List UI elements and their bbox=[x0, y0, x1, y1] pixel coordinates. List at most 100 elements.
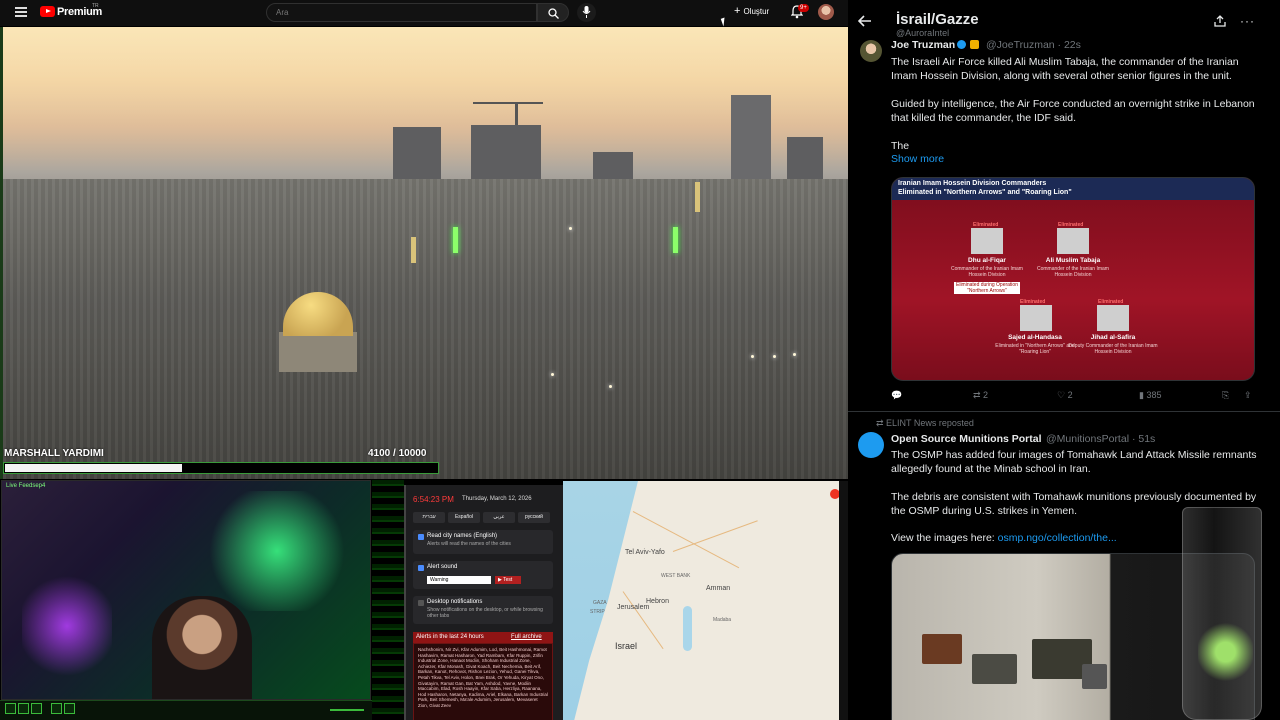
repost-count: 2 bbox=[983, 390, 989, 400]
notifications-badge: 9+ bbox=[798, 4, 809, 12]
desktop-notif-checkbox[interactable] bbox=[418, 600, 424, 606]
donation-goal: / 10000 bbox=[393, 448, 427, 459]
crane bbox=[473, 102, 543, 104]
dead-sea bbox=[683, 606, 692, 651]
alert-sound-select[interactable]: Warning bbox=[427, 576, 491, 584]
role-jihad-al-safira: Deputy Commander of the Iranian Imam Hos… bbox=[1068, 343, 1158, 355]
cam-prev-button[interactable] bbox=[51, 703, 62, 714]
desktop-notif-label: Desktop notifications bbox=[427, 599, 483, 605]
post1-author[interactable]: Joe Truzman bbox=[891, 39, 981, 51]
alert-sound-label: Alert sound bbox=[427, 564, 458, 570]
alert-map[interactable]: Tel Aviv-Yafo WEST BANK Amman Jerusalem … bbox=[563, 481, 839, 720]
map-label-amman: Amman bbox=[706, 585, 731, 592]
repost-icon: ⇄ bbox=[973, 390, 984, 400]
post1-para2: Guided by intelligence, the Air Force co… bbox=[891, 98, 1255, 124]
minaret bbox=[695, 182, 700, 212]
donation-current: 4100 bbox=[368, 448, 391, 459]
plus-icon: + bbox=[734, 5, 741, 17]
like-button[interactable]: ♡ 2 bbox=[1057, 390, 1073, 401]
full-archive-link[interactable]: Full archive bbox=[511, 634, 542, 640]
live-video-jerusalem[interactable] bbox=[3, 27, 848, 479]
role-ali-muslim-tabaja: Commander of the Iranian Imam Hossein Di… bbox=[1037, 266, 1109, 278]
street-light bbox=[551, 373, 554, 376]
alert-clock: 6:54:23 PM bbox=[413, 495, 454, 504]
map-label-west-bank: WEST BANK bbox=[661, 573, 691, 579]
reposted-icon: ⇄ bbox=[876, 418, 887, 428]
lang-hebrew-button[interactable]: עברית bbox=[413, 512, 445, 523]
repost-button[interactable]: ⇄ 2 bbox=[973, 390, 988, 401]
alert-date: Thursday, March 12, 2026 bbox=[462, 496, 532, 502]
verified-badge-icon bbox=[957, 40, 967, 49]
cam-play-button[interactable] bbox=[5, 703, 16, 714]
name-jihad-al-safira: Jihad al-Safira bbox=[1090, 334, 1136, 341]
name-dhu-al-fiqar: Dhu al-Fiqar bbox=[968, 257, 1006, 264]
read-city-option: Read city names (English) Alerts will re… bbox=[413, 530, 553, 554]
hamburger-menu-icon[interactable] bbox=[15, 7, 27, 17]
infographic-title1: Iranian Imam Hossein Division Commanders bbox=[898, 180, 1047, 187]
rubble bbox=[972, 654, 1017, 684]
create-button[interactable]: + Oluştur bbox=[734, 5, 769, 17]
infographic-title2: Eliminated in "Northern Arrows" and "Roa… bbox=[898, 189, 1072, 196]
post2-link[interactable]: osmp.ngo/collection/the... bbox=[998, 532, 1117, 544]
minaret-light bbox=[673, 227, 678, 253]
street-light bbox=[793, 353, 796, 356]
donation-goal-count: 4100 / 10000 bbox=[368, 448, 426, 459]
dome-base bbox=[279, 332, 357, 372]
post2-avatar[interactable] bbox=[858, 432, 884, 458]
post1-avatar[interactable] bbox=[860, 40, 882, 62]
search-icon bbox=[548, 8, 559, 19]
read-city-checkbox[interactable] bbox=[418, 534, 424, 540]
back-arrow-icon[interactable] bbox=[858, 14, 872, 28]
post2-author-name[interactable]: Open Source Munitions Portal bbox=[891, 433, 1042, 445]
lang-russian-button[interactable]: русский bbox=[518, 512, 550, 523]
alerts-24h-header: Alerts in the last 24 hours Full archive bbox=[413, 632, 553, 643]
cam-pause-button[interactable] bbox=[18, 703, 29, 714]
lang-arabic-button[interactable]: عربي bbox=[483, 512, 515, 523]
portrait-dhu-al-fiqar bbox=[971, 228, 1003, 254]
post2-para1: The OSMP has added four images of Tomaha… bbox=[891, 449, 1257, 475]
post1-infographic[interactable]: Iranian Imam Hossein Division Commanders… bbox=[891, 177, 1255, 381]
street-light bbox=[609, 385, 612, 388]
youtube-country-tag: TR bbox=[92, 3, 99, 9]
reposted-by[interactable]: ⇄ ELINT News reposted bbox=[876, 418, 974, 429]
voice-search-button[interactable] bbox=[577, 3, 596, 22]
post1-para1: The Israeli Air Force killed Ali Muslim … bbox=[891, 56, 1239, 82]
share-post-icon[interactable]: ⇪ bbox=[1244, 390, 1252, 401]
street-light bbox=[569, 227, 572, 230]
more-options-icon[interactable]: ··· bbox=[1240, 15, 1255, 27]
like-count: 2 bbox=[1067, 390, 1073, 400]
rubble bbox=[922, 634, 962, 664]
views-count: 385 bbox=[1146, 390, 1162, 400]
cam-up-button[interactable] bbox=[31, 703, 42, 714]
share-icon[interactable] bbox=[1214, 15, 1226, 27]
name-sajed-al-handasa: Sajed al-Handasa bbox=[1008, 334, 1062, 341]
list-owner-handle[interactable]: @AuroraIntel bbox=[896, 28, 949, 38]
account-avatar[interactable] bbox=[818, 4, 834, 20]
cam-next-button[interactable] bbox=[64, 703, 75, 714]
views-button[interactable]: ▮ 385 bbox=[1139, 390, 1161, 401]
map-label-madaba: Madaba bbox=[713, 617, 732, 623]
alert-sound-checkbox[interactable] bbox=[418, 565, 424, 571]
red-alert-panel: 6:54:23 PM Thursday, March 12, 2026 עברי… bbox=[404, 485, 563, 720]
portrait-sajed-al-handasa bbox=[1020, 305, 1052, 331]
post2-handle: @MunitionsPortal · 51s bbox=[1046, 433, 1156, 445]
reply-icon[interactable]: 💬 bbox=[891, 390, 902, 401]
map-label-gaza: GAZA bbox=[593, 600, 607, 606]
map-label-hebron: Hebron bbox=[646, 598, 669, 605]
portrait-ali-muslim-tabaja bbox=[1057, 228, 1089, 254]
youtube-logo-icon[interactable] bbox=[40, 6, 55, 17]
map-label-jerusalem: Jerusalem bbox=[617, 604, 650, 611]
show-more-link[interactable]: Show more bbox=[891, 153, 944, 165]
cam-volume-slider[interactable] bbox=[330, 709, 364, 711]
lang-spanish-button[interactable]: Español bbox=[448, 512, 480, 523]
alerts-list: Nachshonim, Nir Zvi, Kfar Adumim, Lod, B… bbox=[413, 643, 553, 720]
green-light bbox=[202, 491, 352, 611]
bookmark-icon[interactable]: ⎘ bbox=[1222, 390, 1229, 401]
desktop-notif-option: Desktop notifications Show notifications… bbox=[413, 596, 553, 624]
alert-test-button[interactable]: ▶ Test bbox=[495, 576, 521, 584]
search-button[interactable] bbox=[537, 3, 569, 22]
minaret-light bbox=[453, 227, 458, 253]
search-input[interactable]: Ara bbox=[266, 3, 537, 22]
road bbox=[632, 511, 740, 569]
purple-light bbox=[22, 571, 112, 681]
